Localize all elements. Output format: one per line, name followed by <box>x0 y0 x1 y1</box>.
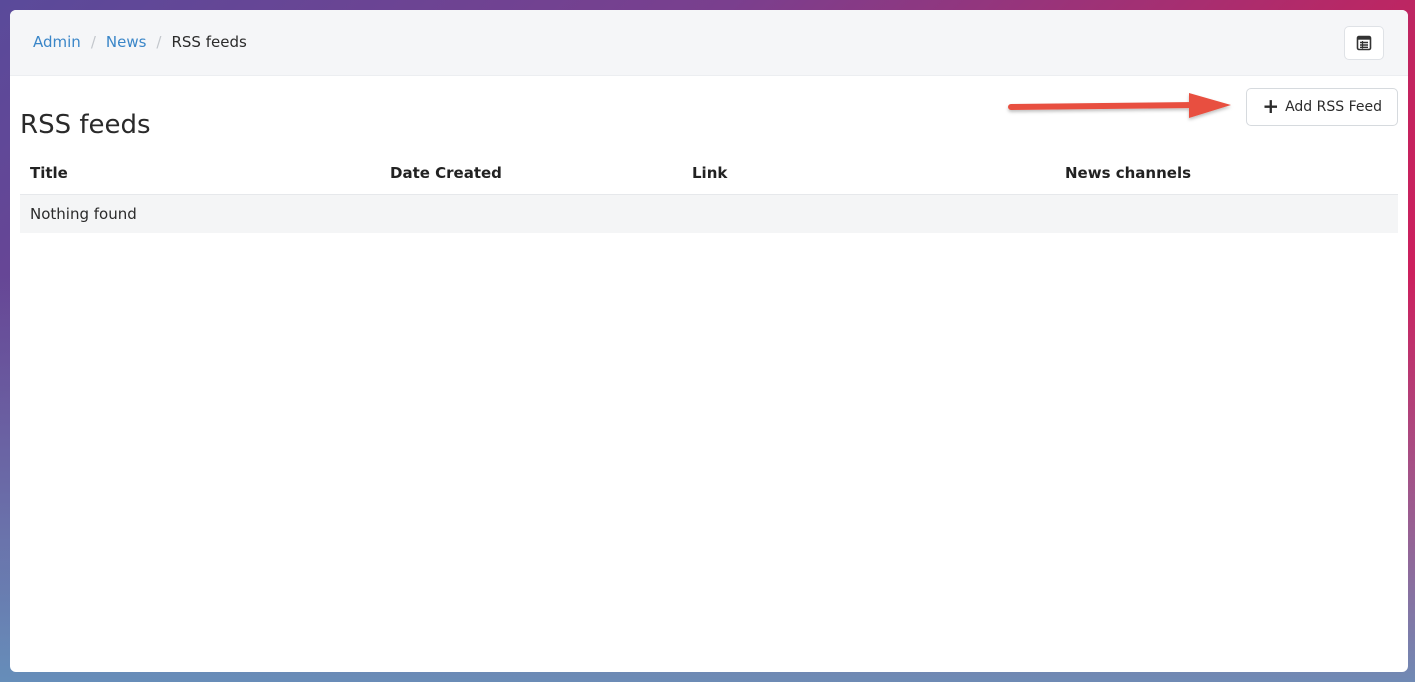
top-bar: Admin / News / RSS feeds <box>10 10 1408 76</box>
breadcrumb-news-link[interactable]: News <box>106 33 147 51</box>
table-view-button[interactable] <box>1344 26 1384 60</box>
plus-icon: + <box>1262 94 1280 118</box>
table-header-row: Title Date Created Link News channels <box>20 154 1398 195</box>
column-header-date-created[interactable]: Date Created <box>380 154 682 195</box>
column-header-link[interactable]: Link <box>682 154 1055 195</box>
add-rss-feed-label: Add RSS Feed <box>1285 99 1382 115</box>
add-rss-feed-button[interactable]: + Add RSS Feed <box>1246 88 1398 126</box>
annotation-arrow-icon <box>1008 93 1231 118</box>
table-view-icon <box>1356 35 1372 51</box>
breadcrumb-separator: / <box>90 33 96 51</box>
breadcrumb-admin-link[interactable]: Admin <box>33 33 81 51</box>
app-window: Admin / News / RSS feeds RSS feeds + Add… <box>10 10 1408 672</box>
breadcrumb-separator: / <box>156 33 162 51</box>
breadcrumb-current: RSS feeds <box>171 33 247 51</box>
breadcrumb: Admin / News / RSS feeds <box>33 33 247 51</box>
rss-feeds-table: Title Date Created Link News channels No… <box>20 154 1398 233</box>
empty-message: Nothing found <box>20 194 1398 233</box>
page-title: RSS feeds <box>20 110 151 140</box>
table-row: Nothing found <box>20 194 1398 233</box>
column-header-title[interactable]: Title <box>20 154 380 195</box>
column-header-news-channels[interactable]: News channels <box>1055 154 1398 195</box>
